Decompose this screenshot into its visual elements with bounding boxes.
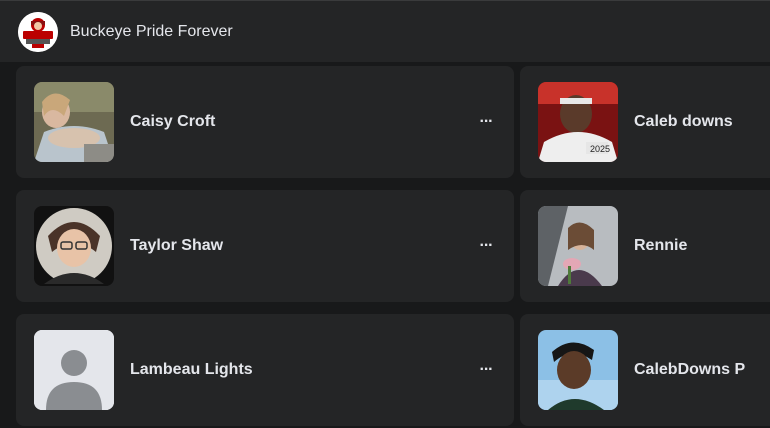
member-card[interactable]: 2025 Caleb downs bbox=[520, 66, 770, 178]
member-name[interactable]: CalebDowns P bbox=[634, 361, 745, 379]
default-avatar-icon bbox=[34, 330, 114, 410]
member-card[interactable]: Caisy Croft ··· bbox=[16, 66, 514, 178]
more-options-button[interactable]: ··· bbox=[474, 112, 498, 132]
member-card[interactable]: Lambeau Lights ··· bbox=[16, 314, 514, 426]
profile-photo-icon bbox=[34, 206, 114, 286]
member-name[interactable]: Taylor Shaw bbox=[130, 237, 223, 255]
member-photo[interactable] bbox=[34, 206, 114, 286]
member-photo[interactable]: 2025 bbox=[538, 82, 618, 162]
member-photo[interactable] bbox=[34, 82, 114, 162]
member-card[interactable]: Taylor Shaw ··· bbox=[16, 190, 514, 302]
profile-photo-icon bbox=[34, 82, 114, 162]
group-header: Buckeye Pride Forever bbox=[0, 0, 770, 62]
member-name[interactable]: Rennie bbox=[634, 237, 687, 255]
profile-photo-icon bbox=[538, 206, 618, 286]
more-options-button[interactable]: ··· bbox=[474, 236, 498, 256]
member-photo[interactable] bbox=[538, 330, 618, 410]
member-photo[interactable] bbox=[538, 206, 618, 286]
svg-text:2025: 2025 bbox=[590, 144, 610, 154]
member-name[interactable]: Lambeau Lights bbox=[130, 361, 253, 379]
group-avatar[interactable] bbox=[18, 12, 58, 52]
profile-photo-icon bbox=[538, 330, 618, 410]
member-card[interactable]: Rennie bbox=[520, 190, 770, 302]
group-title[interactable]: Buckeye Pride Forever bbox=[70, 23, 233, 41]
member-photo[interactable] bbox=[34, 330, 114, 410]
ohio-state-logo-icon bbox=[18, 12, 58, 52]
profile-photo-icon: 2025 bbox=[538, 82, 618, 162]
more-options-button[interactable]: ··· bbox=[474, 360, 498, 380]
member-name[interactable]: Caleb downs bbox=[634, 113, 733, 131]
member-card[interactable]: CalebDowns P bbox=[520, 314, 770, 426]
members-grid: Caisy Croft ··· 2025 Caleb downs Taylor … bbox=[0, 62, 770, 428]
member-name[interactable]: Caisy Croft bbox=[130, 113, 215, 131]
